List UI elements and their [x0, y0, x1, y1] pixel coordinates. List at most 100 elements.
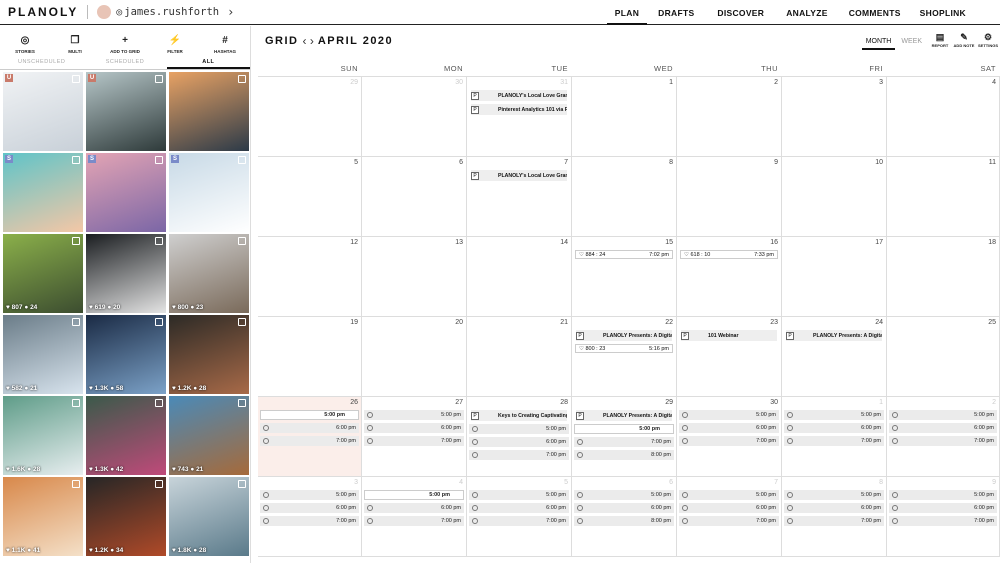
select-checkbox[interactable]: [238, 237, 246, 245]
day-cell[interactable]: 9: [677, 157, 782, 237]
select-checkbox[interactable]: [238, 318, 246, 326]
time-slot[interactable]: 6:00 pm: [260, 503, 359, 513]
view-month[interactable]: MONTH: [861, 32, 896, 50]
day-cell[interactable]: 3 5:00 pm 6:00 pm 7:00 pm: [258, 477, 362, 557]
time-slot[interactable]: 7:00 pm: [679, 516, 779, 526]
day-cell[interactable]: 18: [887, 237, 1000, 317]
day-cell[interactable]: 29: [258, 77, 362, 157]
nav-shoplink[interactable]: SHOPLINK: [912, 0, 974, 25]
grid-post[interactable]: ♥ 1.1K ● 41: [3, 477, 83, 556]
time-slot[interactable]: 6:00 pm: [364, 423, 464, 433]
time-slot[interactable]: 5:00 pm: [889, 410, 997, 420]
select-checkbox[interactable]: [155, 237, 163, 245]
day-cell[interactable]: 6 5:00 pm 6:00 pm 8:00 pm: [572, 477, 677, 557]
day-cell[interactable]: 29 P PLANOLY Presents: A Digital ... 5:00 p…: [572, 397, 677, 477]
select-checkbox[interactable]: [72, 75, 80, 83]
time-slot[interactable]: 5:00 pm: [574, 424, 674, 434]
day-cell[interactable]: 24 P PLANOLY Presents: A Digital ...: [782, 317, 887, 397]
day-cell[interactable]: 19: [258, 317, 362, 397]
next-month-icon[interactable]: ›: [310, 34, 314, 48]
calendar-event[interactable]: P Keys to Creating Captivating...: [471, 410, 567, 421]
grid-post[interactable]: ♥ 1.3K ● 42: [86, 396, 166, 475]
day-cell[interactable]: 3: [782, 77, 887, 157]
time-slot[interactable]: 8:00 pm: [574, 516, 674, 526]
tab-scheduled[interactable]: SCHEDULED: [83, 56, 166, 69]
select-checkbox[interactable]: [238, 156, 246, 164]
day-cell[interactable]: 5 5:00 pm 6:00 pm 7:00 pm: [467, 477, 572, 557]
settings-button[interactable]: ⚙ SETTINGS: [976, 32, 1000, 48]
time-slot[interactable]: 7:00 pm: [260, 436, 359, 446]
calendar-event[interactable]: P 101 Webinar: [681, 330, 777, 341]
calendar-event[interactable]: P PLANOLY's Local Love Grant: [471, 90, 567, 101]
day-cell[interactable]: 4: [887, 77, 1000, 157]
time-slot[interactable]: 5:00 pm: [784, 490, 884, 500]
day-cell[interactable]: 26 5:00 pm 6:00 pm 7:00 pm: [258, 397, 362, 477]
day-cell[interactable]: 14: [467, 237, 572, 317]
day-cell[interactable]: 17: [782, 237, 887, 317]
calendar-event[interactable]: P PLANOLY Presents: A Digital ...: [576, 410, 672, 421]
grid-post[interactable]: ♥ 743 ● 21: [169, 396, 249, 475]
prev-month-icon[interactable]: ‹: [303, 34, 307, 48]
time-slot[interactable]: 7:00 pm: [469, 450, 569, 460]
time-slot[interactable]: 5:00 pm: [260, 410, 359, 420]
nav-discover[interactable]: DISCOVER: [709, 0, 772, 25]
time-slot[interactable]: 6:00 pm: [784, 503, 884, 513]
grid-post[interactable]: ♥ 582 ● 21: [3, 315, 83, 394]
day-cell[interactable]: 4 5:00 pm 6:00 pm 7:00 pm: [362, 477, 467, 557]
day-cell[interactable]: 22 P PLANOLY Presents: A Digital ... ♡ 800 …: [572, 317, 677, 397]
select-checkbox[interactable]: [155, 75, 163, 83]
grid-post[interactable]: S: [86, 153, 166, 232]
nav-drafts[interactable]: DRAFTS: [650, 0, 702, 25]
day-cell[interactable]: 11: [887, 157, 1000, 237]
filter-button[interactable]: ⚡ FILTER: [150, 35, 200, 54]
day-cell[interactable]: 7 P PLANOLY's Local Love Grant: [467, 157, 572, 237]
calendar-event[interactable]: P PLANOLY's Local Love Grant: [471, 170, 567, 181]
tab-unscheduled[interactable]: UNSCHEDULED: [0, 56, 83, 69]
day-cell[interactable]: 13: [362, 237, 467, 317]
add-note-button[interactable]: ✎ ADD NOTE: [952, 32, 976, 48]
time-slot[interactable]: 6:00 pm: [469, 437, 569, 447]
time-slot[interactable]: 7:00 pm: [679, 436, 779, 446]
grid-post[interactable]: [169, 72, 249, 151]
grid-label[interactable]: GRID: [265, 35, 299, 47]
select-checkbox[interactable]: [238, 399, 246, 407]
select-checkbox[interactable]: [238, 75, 246, 83]
time-slot[interactable]: 6:00 pm: [889, 423, 997, 433]
time-slot[interactable]: 6:00 pm: [679, 503, 779, 513]
account-switcher[interactable]: ◎ james.rushforth ›: [97, 5, 234, 19]
time-slot[interactable]: 7:00 pm: [889, 516, 997, 526]
stories-button[interactable]: ◎ STORIES: [0, 35, 50, 54]
time-slot[interactable]: 7:00 pm: [469, 516, 569, 526]
day-cell[interactable]: 27 5:00 pm 6:00 pm 7:00 pm: [362, 397, 467, 477]
tab-all[interactable]: ALL: [166, 56, 250, 69]
time-slot[interactable]: 6:00 pm: [574, 503, 674, 513]
time-slot[interactable]: 6:00 pm: [889, 503, 997, 513]
day-cell[interactable]: 7 5:00 pm 6:00 pm 7:00 pm: [677, 477, 782, 557]
day-cell[interactable]: 12: [258, 237, 362, 317]
day-cell[interactable]: 30 5:00 pm 6:00 pm 7:00 pm: [677, 397, 782, 477]
time-slot[interactable]: 5:00 pm: [889, 490, 997, 500]
time-slot[interactable]: 7:00 pm: [889, 436, 997, 446]
grid-post[interactable]: ♥ 1.3K ● 58: [86, 315, 166, 394]
select-checkbox[interactable]: [155, 318, 163, 326]
day-cell[interactable]: 28 P Keys to Creating Captivating... 5:00 p…: [467, 397, 572, 477]
day-cell[interactable]: 2 5:00 pm 6:00 pm 7:00 pm: [887, 397, 1000, 477]
calendar-event[interactable]: P PLANOLY Presents: A Digital ...: [786, 330, 882, 341]
day-cell[interactable]: 8: [572, 157, 677, 237]
time-slot[interactable]: 6:00 pm: [364, 503, 464, 513]
view-week[interactable]: WEEK: [897, 32, 926, 48]
select-checkbox[interactable]: [238, 480, 246, 488]
day-cell[interactable]: 16 ♡ 618 : 10 7:33 pm: [677, 237, 782, 317]
day-cell[interactable]: 9 5:00 pm 6:00 pm 7:00 pm: [887, 477, 1000, 557]
time-slot[interactable]: 5:00 pm: [784, 410, 884, 420]
grid-post[interactable]: ♥ 619 ● 20: [86, 234, 166, 313]
time-slot[interactable]: 5:00 pm: [260, 490, 359, 500]
grid-post[interactable]: ♥ 1.6K ● 28: [3, 396, 83, 475]
add-to-grid-button[interactable]: + ADD TO GRID: [100, 35, 150, 54]
time-slot[interactable]: 8:00 pm: [574, 450, 674, 460]
grid-post[interactable]: U: [86, 72, 166, 151]
grid-post[interactable]: ♥ 1.2K ● 34: [86, 477, 166, 556]
day-cell[interactable]: 31 P PLANOLY's Local Love Grant P Pinterest …: [467, 77, 572, 157]
day-cell[interactable]: 21: [467, 317, 572, 397]
time-slot[interactable]: 7:00 pm: [784, 436, 884, 446]
